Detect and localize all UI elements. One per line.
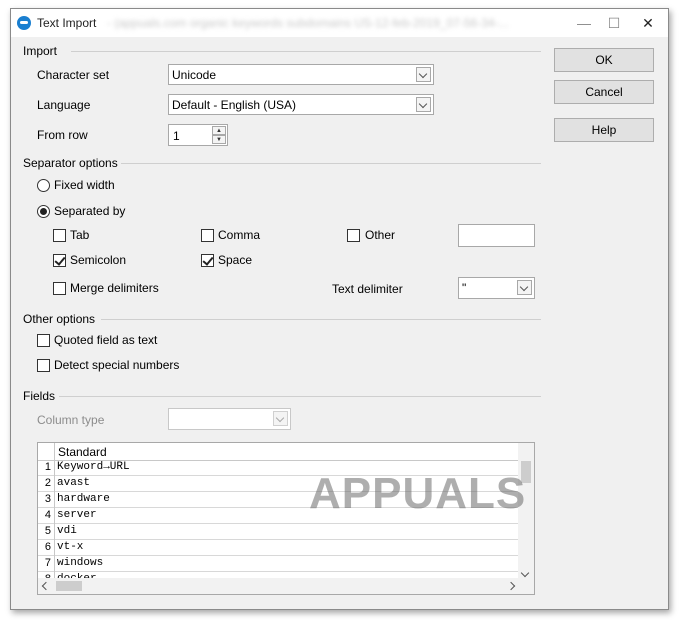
tab-label: Tab [70, 228, 90, 242]
table-cell[interactable]: hardware [57, 492, 110, 507]
column-header-standard[interactable]: Standard [58, 445, 107, 459]
appuals-watermark: APPUALS [309, 469, 527, 518]
title-bar: Text Import - (appuals.com organic keywo… [11, 9, 668, 37]
table-cell[interactable]: Keyword→URL [57, 460, 130, 475]
fixed-width-radio[interactable] [37, 179, 50, 192]
libreoffice-icon [17, 16, 31, 30]
row-number: 5 [38, 524, 55, 540]
maximize-button[interactable]: ☐ [597, 9, 631, 37]
tab-checkbox[interactable] [53, 229, 66, 242]
comma-label: Comma [218, 228, 261, 242]
language-value: Default - English (USA) [172, 98, 297, 112]
chevron-right-icon[interactable] [506, 581, 516, 591]
quoted-field-label: Quoted field as text [54, 333, 158, 347]
row-number: 1 [38, 460, 55, 476]
row-number: 4 [38, 508, 55, 524]
chevron-down-icon[interactable] [416, 67, 431, 82]
from-row-spinner[interactable]: 1 ▲ ▼ [168, 124, 228, 146]
cancel-button[interactable]: Cancel [554, 80, 654, 104]
text-import-dialog: Text Import - (appuals.com organic keywo… [10, 8, 669, 610]
space-checkbox[interactable] [201, 254, 214, 267]
horizontal-scrollbar[interactable] [38, 578, 534, 594]
table-cell[interactable]: server [57, 508, 97, 523]
row-number: 2 [38, 476, 55, 492]
chevron-down-icon[interactable] [416, 97, 431, 112]
from-row-value: 1 [173, 129, 180, 143]
table-cell[interactable]: vt-x [57, 540, 83, 555]
table-row[interactable]: 7 windows [38, 556, 518, 572]
separator-options-label: Separator options [23, 156, 118, 170]
table-cell[interactable]: avast [57, 476, 90, 491]
help-button[interactable]: Help [554, 118, 654, 142]
divider [101, 319, 541, 320]
other-checkbox[interactable] [347, 229, 360, 242]
row-number: 7 [38, 556, 55, 572]
space-label: Space [218, 253, 253, 267]
row-number: 6 [38, 540, 55, 556]
table-cell[interactable]: vdi [57, 524, 77, 539]
divider [71, 51, 541, 52]
ok-button[interactable]: OK [554, 48, 654, 72]
row-number: 3 [38, 492, 55, 508]
comma-checkbox[interactable] [201, 229, 214, 242]
spin-down-icon[interactable]: ▼ [212, 135, 226, 144]
from-row-label: From row [37, 128, 88, 142]
scroll-thumb[interactable] [56, 581, 82, 591]
text-delimiter-label: Text delimiter [332, 282, 403, 296]
divider [121, 163, 541, 164]
grid-corner[interactable] [38, 443, 55, 460]
semicolon-checkbox[interactable] [53, 254, 66, 267]
chevron-down-icon[interactable] [517, 280, 532, 295]
spin-up-icon[interactable]: ▲ [212, 126, 226, 135]
grid-header: Standard [38, 443, 518, 461]
character-set-dropdown[interactable]: Unicode [168, 64, 434, 85]
table-row[interactable]: 6 vt-x [38, 540, 518, 556]
minimize-button[interactable]: — [567, 9, 601, 37]
column-type-label: Column type [37, 413, 105, 427]
quoted-field-checkbox[interactable] [37, 334, 50, 347]
other-options-label: Other options [23, 312, 96, 326]
window-title-suffix: - (appuals.com organic keywords subdomai… [107, 16, 509, 30]
detect-special-numbers-label: Detect special numbers [54, 358, 180, 372]
language-label: Language [37, 98, 91, 112]
character-set-label: Character set [37, 68, 110, 82]
separated-by-label: Separated by [54, 204, 126, 218]
text-delimiter-dropdown[interactable]: " [458, 277, 535, 299]
merge-delimiters-label: Merge delimiters [70, 281, 159, 295]
chevron-left-icon[interactable] [41, 581, 51, 591]
import-section-label: Import [23, 44, 58, 58]
separated-by-radio[interactable] [37, 205, 50, 218]
divider [59, 396, 541, 397]
table-row[interactable]: 5 vdi [38, 524, 518, 540]
fields-section-label: Fields [23, 389, 56, 403]
close-button[interactable]: ✕ [631, 9, 665, 37]
character-set-value: Unicode [172, 68, 217, 82]
language-dropdown[interactable]: Default - English (USA) [168, 94, 434, 115]
fixed-width-label: Fixed width [54, 178, 115, 192]
window-title: Text Import [37, 16, 97, 30]
semicolon-label: Semicolon [70, 253, 127, 267]
detect-special-numbers-checkbox[interactable] [37, 359, 50, 372]
other-separator-input[interactable] [458, 224, 535, 247]
merge-delimiters-checkbox[interactable] [53, 282, 66, 295]
other-label: Other [365, 228, 396, 242]
chevron-down-icon[interactable] [273, 411, 288, 426]
text-delimiter-value: " [462, 281, 467, 295]
table-cell[interactable]: windows [57, 556, 103, 571]
chevron-down-icon[interactable] [520, 568, 530, 578]
column-type-dropdown[interactable] [168, 408, 291, 430]
